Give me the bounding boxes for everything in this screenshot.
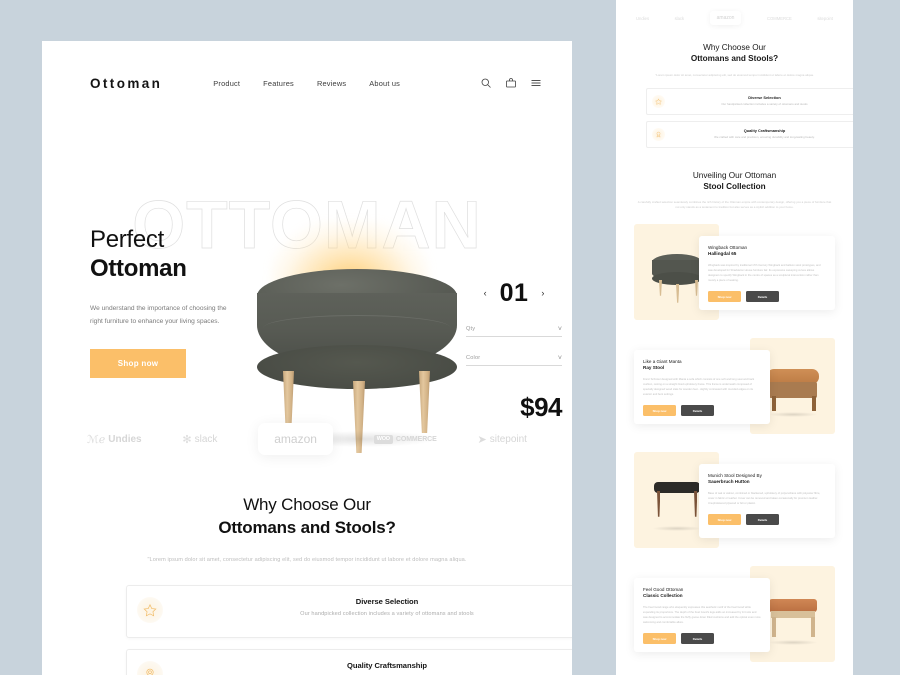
feature-card-grid: Diverse Selection Our handpicked collect… [126, 584, 572, 675]
product-card-munich-stool: Munich Stool Designed By Sauerbruch Hutt… [634, 451, 835, 552]
product-card-feel-good-ottoman: Feel Good Ottoman Classic Collection The… [634, 565, 835, 666]
sitepoint-logo: sitepoint [817, 15, 833, 21]
product-description: Base of oak or walnut, combined or black… [708, 492, 821, 505]
feature-title: Diverse Selection [355, 596, 419, 606]
amazon-logo: amazon [709, 11, 742, 25]
slack-logo: slack [674, 15, 685, 21]
hero-subtitle: We understand the importance of choosing… [90, 304, 227, 325]
why-heading: Why Choose Our Ottomans and Stools? [42, 493, 572, 540]
header-icon-group [480, 77, 542, 89]
side-why-choose-section: Why Choose Our Ottomans and Stools? "Lor… [616, 26, 853, 148]
award-medal-icon [651, 127, 665, 141]
side-brand-logo-strip: Undies slack amazon COMMERCE sitepoint [616, 0, 853, 26]
feature-title: Quality Craftsmanship [347, 660, 427, 670]
why-note: "Lorem ipsum dolor sit amet, consectetur… [147, 556, 467, 563]
product-card-wingback-ottoman: Wingback Ottoman Hallingdal 65 Wingback … [634, 223, 835, 324]
product-info-panel: Like a Giant Manta Ray Stool Franz Schro… [634, 349, 770, 424]
sitepoint-logo: ➤ sitepoint [477, 433, 527, 446]
side-feature-title: Diverse Selection [748, 94, 781, 100]
nav-item-features[interactable]: Features [263, 79, 294, 88]
counter-value: 01 [499, 279, 529, 307]
side-feature-body: Our handpicked collection includes a var… [721, 101, 808, 106]
side-feature-title: Quality Craftsmanship [743, 127, 786, 133]
product-title: Munich Stool Designed By Sauerbruch Hutt… [708, 472, 762, 485]
side-feature-card-diverse-selection: Diverse Selection Our handpicked collect… [645, 87, 853, 115]
side-artboard: Undies slack amazon COMMERCE sitepoint W… [616, 0, 853, 675]
product-description: The Feel Good range who eloquently expre… [643, 606, 761, 624]
product-card-giant-manta-ray-stool: Like a Giant Manta Ray Stool Franz Schro… [634, 337, 835, 438]
collection-section-header: Unveiling Our Ottoman Stool Collection A… [616, 148, 853, 211]
product-title: Feel Good Ottoman Classic Collection [643, 586, 684, 599]
counter-prev-arrow[interactable]: ‹ [484, 289, 487, 298]
product-description: Wingback was inspired by traditional 17t… [708, 264, 821, 282]
product-shop-now-button[interactable]: Shop now [708, 291, 741, 302]
meundies-logo: Undies [636, 15, 650, 21]
side-why-heading: Why Choose Our Ottomans and Stools? [616, 42, 853, 65]
menu-icon[interactable] [530, 77, 542, 89]
feature-card-quality-craftsmanship: Quality Craftsmanship We crafted with ca… [126, 648, 572, 675]
site-header: Ottoman Product Features Reviews About u… [42, 41, 572, 103]
search-icon[interactable] [480, 77, 492, 89]
qty-label: Qty [466, 326, 476, 332]
color-label: Color [466, 355, 481, 361]
nav-item-product[interactable]: Product [213, 79, 240, 88]
woocommerce-logo: COMMERCE [766, 15, 792, 21]
product-description: Franz Schroter designed with Manta a sof… [643, 378, 755, 396]
hero-shop-now-button[interactable]: Shop now [90, 348, 186, 378]
collection-heading-line2: Stool Collection [703, 181, 766, 191]
hero-product-controls: ‹ 01 › Qty ˅ Color ˅ $94 [466, 279, 563, 423]
collection-heading-line1: Unveiling Our Ottoman [692, 170, 777, 180]
product-title: Like a Giant Manta Ray Stool [643, 358, 682, 371]
hero-section: OTTOMAN Perfect Ottoman We understand th… [42, 103, 572, 453]
product-details-button[interactable]: Details [681, 405, 714, 416]
shopping-bag-icon[interactable] [505, 77, 517, 89]
product-shop-now-button[interactable]: Shop now [708, 514, 741, 525]
meundies-logo: ℳℯ Undies [87, 433, 142, 446]
side-feature-card-quality-craftsmanship: Quality Craftsmanship We crafted with ca… [645, 120, 853, 148]
product-info-panel: Munich Stool Designed By Sauerbruch Hutt… [699, 463, 835, 538]
side-why-note: "Lorem ipsum dolor sit amet, consectetur… [655, 72, 814, 77]
nav-item-about-us[interactable]: About us [369, 79, 400, 88]
product-details-button[interactable]: Details [681, 633, 714, 644]
collection-heading: Unveiling Our Ottoman Stool Collection [616, 170, 853, 193]
side-feature-card-grid: Diverse Selection Our handpicked collect… [645, 87, 853, 148]
screenshot-stage: Ottoman Product Features Reviews About u… [0, 0, 900, 675]
nav-item-reviews[interactable]: Reviews [317, 79, 346, 88]
hero-title-line1: Perfect [90, 226, 164, 253]
slack-logo: ✻ slack [182, 433, 218, 446]
star-icon [137, 596, 163, 623]
counter-next-arrow[interactable]: › [541, 289, 544, 298]
color-select[interactable]: Color ˅ [466, 355, 562, 366]
side-feature-body: We crafted with care and precision, ensu… [714, 134, 815, 139]
chevron-down-icon: ˅ [557, 325, 562, 333]
star-icon [651, 94, 665, 108]
product-details-button[interactable]: Details [746, 514, 779, 525]
product-info-panel: Feel Good Ottoman Classic Collection The… [634, 577, 770, 652]
award-medal-icon [137, 660, 163, 675]
why-choose-section: Why Choose Our Ottomans and Stools? "Lor… [42, 463, 572, 675]
amazon-logo: amazon [258, 423, 333, 455]
brand-logo[interactable]: Ottoman [90, 76, 162, 91]
woocommerce-logo: WOO COMMERCE [373, 434, 437, 444]
main-nav: Product Features Reviews About us [213, 79, 400, 88]
qty-select[interactable]: Qty ˅ [466, 326, 562, 337]
chevron-down-icon: ˅ [557, 354, 562, 362]
product-counter: ‹ 01 › [466, 279, 562, 308]
feature-card-diverse-selection: Diverse Selection Our handpicked collect… [126, 584, 572, 638]
product-shop-now-button[interactable]: Shop now [643, 633, 676, 644]
product-list: Wingback Ottoman Hallingdal 65 Wingback … [616, 223, 853, 666]
collection-note: A carefully crafted selection seamlessly… [637, 200, 832, 210]
product-shop-now-button[interactable]: Shop now [643, 405, 676, 416]
why-heading-line1: Why Choose Our [243, 495, 371, 514]
feature-body: Our handpicked collection includes a var… [300, 610, 474, 617]
brand-logo-strip: ℳℯ Undies ✻ slack amazon WOO COMMERCE ➤ … [42, 415, 572, 463]
side-why-heading-line1: Why Choose Our [703, 43, 766, 52]
main-artboard: Ottoman Product Features Reviews About u… [42, 41, 572, 675]
product-title: Wingback Ottoman Hallingdal 65 [708, 244, 748, 257]
side-why-heading-line2: Ottomans and Stools? [690, 54, 779, 64]
product-info-panel: Wingback Ottoman Hallingdal 65 Wingback … [699, 235, 835, 310]
why-heading-line2: Ottomans and Stools? [218, 518, 396, 538]
product-details-button[interactable]: Details [746, 291, 779, 302]
